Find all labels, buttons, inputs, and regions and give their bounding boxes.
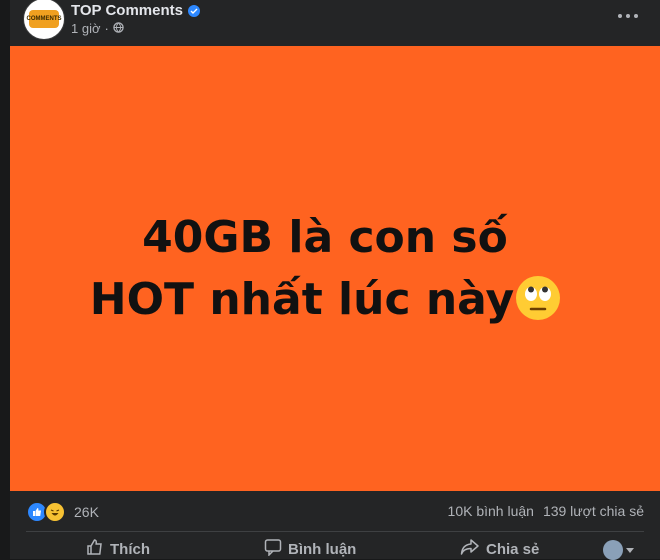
user-avatar — [603, 540, 623, 560]
post-image-text: 40GB là con số HOT nhất lúc này — [89, 207, 561, 331]
post-stats: 26K 10K bình luận 139 lượt chia sẻ — [10, 491, 660, 531]
comment-icon — [264, 538, 282, 560]
reactions-summary[interactable]: 26K — [26, 501, 99, 523]
chevron-down-icon — [626, 541, 634, 559]
separator-dot: · — [104, 21, 109, 36]
image-text-line1: 40GB là con số — [142, 211, 508, 263]
post-header: COMMENTS TOP Comments 1 giờ · — [10, 0, 660, 46]
like-label: Thích — [110, 540, 150, 558]
post-time[interactable]: 1 giờ — [71, 21, 101, 36]
more-options-icon[interactable] — [618, 8, 638, 24]
comment-label: Bình luận — [288, 540, 357, 558]
post-image[interactable]: 40GB là con số HOT nhất lúc này — [10, 46, 660, 491]
like-button[interactable]: Thích — [86, 538, 150, 560]
share-button[interactable]: Chia sẻ — [460, 538, 539, 560]
comments-count[interactable]: 10K bình luận — [448, 503, 534, 519]
image-text-line2-wrap: HOT nhất lúc này — [89, 269, 561, 331]
verified-badge-icon — [187, 4, 200, 17]
post-meta: 1 giờ · — [71, 21, 124, 36]
globe-icon[interactable] — [113, 21, 124, 36]
profile-switcher[interactable] — [603, 540, 634, 560]
page-name-link[interactable]: TOP Comments — [71, 2, 200, 19]
image-text-line2: HOT nhất lúc này — [89, 273, 515, 325]
eye-roll-emoji-icon — [516, 275, 561, 320]
post-actions: Thích Bình luận Chia sẻ — [10, 532, 660, 560]
comment-button[interactable]: Bình luận — [264, 538, 356, 560]
shares-count[interactable]: 139 lượt chia sẻ — [543, 503, 644, 519]
engagement-counts: 10K bình luận 139 lượt chia sẻ — [448, 503, 644, 519]
share-label: Chia sẻ — [486, 540, 540, 558]
page-name[interactable]: TOP Comments — [71, 2, 183, 19]
reaction-count: 26K — [74, 504, 99, 520]
page-avatar[interactable]: COMMENTS — [23, 0, 65, 40]
avatar-logo: COMMENTS — [27, 10, 62, 28]
haha-reaction-icon — [44, 501, 66, 523]
share-icon — [460, 538, 480, 560]
feed-background — [0, 0, 10, 559]
thumbs-up-icon — [86, 538, 104, 560]
